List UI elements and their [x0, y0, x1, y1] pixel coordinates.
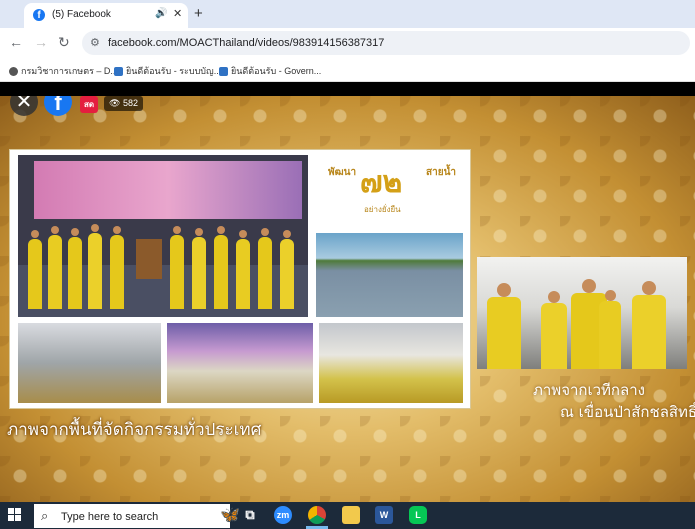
person-figure — [599, 290, 621, 369]
zoom-icon[interactable]: zm — [274, 506, 292, 524]
person-figure — [192, 228, 206, 309]
person-figure — [48, 226, 62, 309]
person-figure — [280, 230, 294, 309]
viewer-count-value: 582 — [122, 98, 138, 108]
logo-text-left: พัฒนา — [328, 167, 357, 178]
line-app-icon[interactable]: L — [409, 506, 427, 524]
stage-caption-line2: ณ เขื่อนป่าสักชลสิทธิ์ — [560, 403, 695, 421]
task-view-icon[interactable]: ⧉ — [241, 506, 259, 524]
person-figure — [170, 226, 184, 309]
search-placeholder: Type here to search — [61, 511, 159, 523]
logo-number: ๗๒ — [360, 165, 403, 200]
person-figure — [110, 226, 124, 309]
central-stage-photo — [477, 257, 687, 369]
video-player[interactable]: ✕ f สด 👁 582 พัฒนา ๗๒ สายน้ำ อย่างยั่งยื… — [0, 96, 695, 503]
word-icon[interactable]: W — [375, 506, 393, 524]
bookmark-label: กรมวิชาการเกษตร – D... — [21, 66, 118, 76]
person-figure — [487, 283, 521, 369]
reload-icon[interactable]: ↻ — [58, 34, 70, 51]
collage-caption: ภาพจากพื้นที่จัดกิจกรรมทั่วประเทศ — [7, 420, 262, 440]
activity-collage: พัฒนา ๗๒ สายน้ำ อย่างยั่งยืน — [9, 149, 471, 409]
bookmark-item[interactable]: ยินดีต้อนรับ - ระบบบัญ... — [114, 64, 221, 78]
search-icon: ⌕ — [41, 508, 49, 523]
person-figure — [68, 228, 82, 309]
logo-subtitle: อย่างยั่งยืน — [364, 205, 401, 214]
bookmarks-bar: กรมวิชาการเกษตร – D... ยินดีต้อนรับ - ระ… — [0, 58, 695, 82]
back-icon[interactable]: ← — [9, 34, 23, 50]
person-figure — [88, 224, 102, 309]
person-figure — [541, 291, 567, 369]
person-figure — [236, 230, 250, 309]
eye-icon: 👁 — [109, 98, 123, 108]
windows-taskbar: ⌕ Type here to search 🦋 ⧉ zm W L — [0, 502, 695, 529]
bookmark-label: ยินดีต้อนรับ - ระบบบัญ... — [126, 66, 222, 76]
file-explorer-icon[interactable] — [342, 506, 360, 524]
taskbar-search-box[interactable]: ⌕ Type here to search 🦋 — [34, 504, 240, 528]
tab-bar: f (5) Facebook 🔊 ✕ + — [0, 0, 695, 28]
zoom-meeting-photo — [18, 155, 308, 317]
bookmark-item[interactable]: กรมวิชาการเกษตร – D... — [9, 64, 118, 78]
person-figure — [632, 281, 666, 369]
group-ceremony-photo — [167, 323, 313, 403]
bookmark-label: ยินดีต้อนรับ - Govern... — [231, 66, 322, 76]
tab-close-icon[interactable]: ✕ — [173, 7, 182, 20]
campaign-logo-panel: พัฒนา ๗๒ สายน้ำ อย่างยั่งยืน — [316, 155, 463, 227]
site-info-icon[interactable]: ⚙ — [90, 36, 100, 49]
bookmark-site-icon — [219, 67, 228, 77]
url-text[interactable]: facebook.com/MOACThailand/videos/9839141… — [108, 37, 384, 49]
person-figure — [28, 230, 42, 309]
speaker-icon[interactable]: 🔊 — [155, 8, 167, 19]
person-figure — [258, 228, 272, 309]
audience-hall-photo — [319, 323, 463, 403]
browser-toolbar: ← → ↻ ⚙ facebook.com/MOACThailand/videos… — [0, 28, 695, 58]
logo-text-right: สายน้ำ — [426, 167, 457, 178]
event-banner — [34, 161, 302, 219]
butterfly-icon: 🦋 — [220, 507, 240, 524]
chrome-icon[interactable] — [308, 506, 326, 524]
video-top-bar — [0, 82, 695, 96]
facebook-icon: f — [33, 9, 45, 21]
forward-icon[interactable]: → — [34, 34, 48, 50]
address-bar[interactable]: ⚙ facebook.com/MOACThailand/videos/98391… — [82, 31, 690, 55]
viewer-count: 👁 582 — [104, 96, 143, 111]
bookmark-site-icon — [114, 67, 123, 77]
tab-title: (5) Facebook — [52, 9, 111, 20]
tab-facebook[interactable]: f (5) Facebook 🔊 ✕ — [24, 3, 188, 28]
new-tab-button[interactable]: + — [194, 5, 203, 22]
stage-caption-line1: ภาพจากเวทีกลาง — [533, 381, 645, 399]
bookmark-item[interactable]: ยินดีต้อนรับ - Govern... — [219, 64, 321, 78]
tent-gathering-photo — [18, 323, 161, 403]
windows-start-icon[interactable] — [8, 508, 22, 522]
globe-icon — [9, 67, 18, 77]
podium — [136, 239, 162, 279]
person-figure — [214, 226, 228, 309]
live-badge: สด — [80, 96, 99, 113]
river-photo — [316, 233, 463, 317]
